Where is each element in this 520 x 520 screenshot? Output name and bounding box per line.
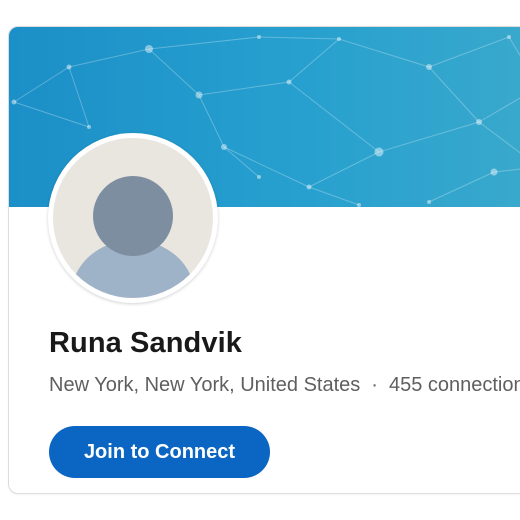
meta-separator: · <box>371 374 378 396</box>
join-to-connect-button[interactable]: Join to Connect <box>49 426 270 478</box>
profile-connections: 455 connections <box>388 374 520 396</box>
profile-location: New York, New York, United States <box>49 374 361 396</box>
profile-name: Runa Sandvik <box>49 327 242 359</box>
avatar[interactable] <box>48 133 218 303</box>
default-person-silhouette-icon <box>71 176 195 298</box>
profile-card: Runa Sandvik New York, New York, United … <box>8 26 520 494</box>
profile-meta: New York, New York, United States · 455 co… <box>49 374 520 397</box>
page: Runa Sandvik New York, New York, United … <box>0 0 520 520</box>
avatar-image <box>53 138 213 298</box>
